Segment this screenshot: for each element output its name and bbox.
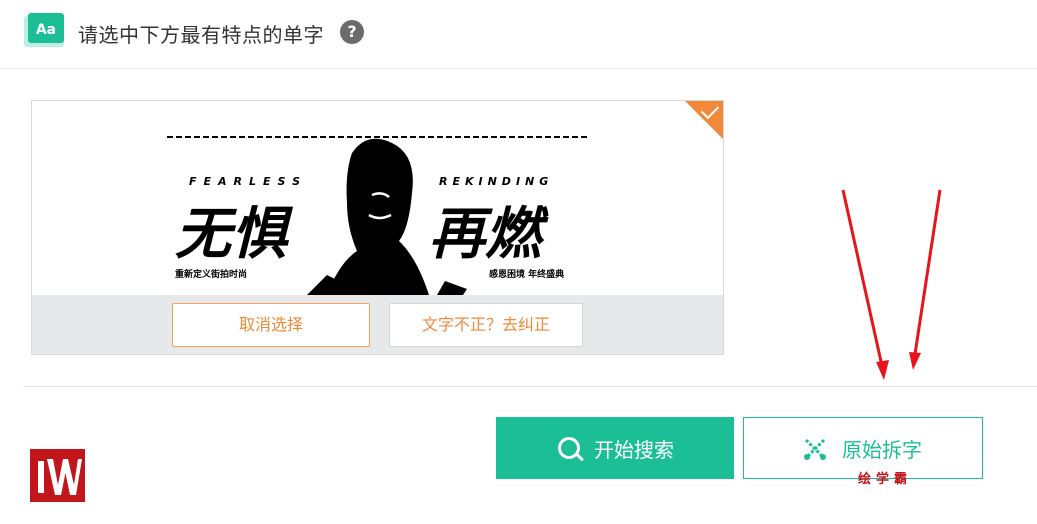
start-search-label: 开始搜索 [594,438,674,462]
arrow-left-head [876,360,889,380]
cancel-selection-button[interactable]: 取消选择 [172,303,370,347]
svg-text:Aa: Aa [36,22,56,38]
font-aa-icon: Aa [24,13,64,47]
selected-image-card[interactable]: FEARLESS REKINDING 无惧 再燃 重新定义街拍时尚 感恩困境 年… [31,100,724,355]
watermark-text: 绘学霸 [858,472,913,487]
svg-text:感恩困境 年终盛典: 感恩困境 年终盛典 [489,268,564,280]
page-title: 请选中下方最有特点的单字 [78,23,324,47]
help-icon[interactable]: ? [340,20,364,44]
svg-text:重新定义街拍时尚: 重新定义街拍时尚 [175,268,247,280]
arrow-right-head [909,352,921,370]
split-tool-icon [804,438,826,460]
svg-text:文图匠心: 文图匠心 [377,286,409,295]
svg-text:无惧: 无惧 [175,202,294,267]
start-search-button[interactable]: 开始搜索 [496,417,734,479]
svg-text:FEARLESS: FEARLESS [189,175,307,188]
poster-image: FEARLESS REKINDING 无惧 再燃 重新定义街拍时尚 感恩困境 年… [167,136,587,295]
svg-text:REKINDING: REKINDING [439,175,553,188]
svg-text:再燃: 再燃 [429,202,549,267]
original-split-label: 原始拆字 [842,438,922,462]
section-divider [23,386,1037,387]
search-icon [558,437,580,459]
brand-logo [30,449,85,502]
card-action-bar: 取消选择 文字不正？去纠正 [32,295,723,354]
correct-text-button[interactable]: 文字不正？去纠正 [389,303,583,347]
header-bar: Aa 请选中下方最有特点的单字 ? [0,0,1037,69]
